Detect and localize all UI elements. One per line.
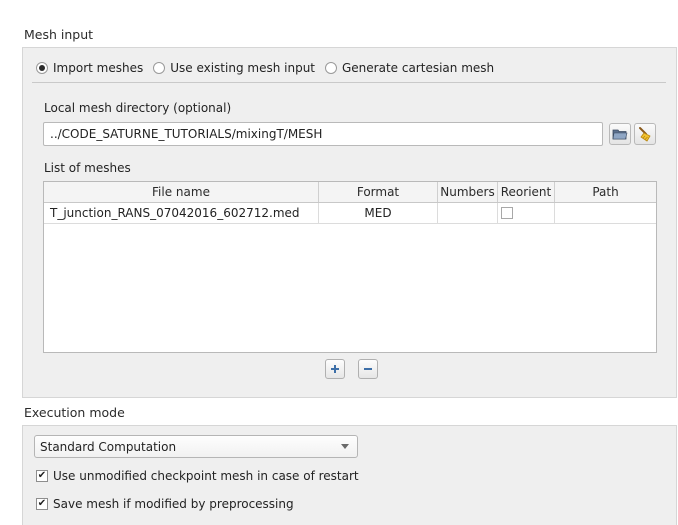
clear-dir-button[interactable] xyxy=(634,123,656,145)
table-row[interactable]: T_junction_RANS_07042016_602712.med MED xyxy=(44,203,656,224)
divider xyxy=(32,82,666,83)
add-mesh-button[interactable] xyxy=(325,359,345,379)
restart-mesh-label[interactable]: Use unmodified checkpoint mesh in case o… xyxy=(53,469,359,483)
radio-generate-cartesian-label[interactable]: Generate cartesian mesh xyxy=(342,61,494,75)
restart-mesh-checkbox[interactable]: ✔ xyxy=(36,470,48,482)
broom-icon xyxy=(639,127,651,142)
cell-path[interactable] xyxy=(555,203,656,223)
save-mesh-label[interactable]: Save mesh if modified by preprocessing xyxy=(53,497,294,511)
save-mesh-checkbox[interactable]: ✔ xyxy=(36,498,48,510)
browse-button[interactable] xyxy=(609,123,631,145)
column-header-format[interactable]: Format xyxy=(319,182,438,202)
folder-icon xyxy=(612,129,628,140)
column-header-numbers[interactable]: Numbers xyxy=(438,182,498,202)
local-dir-label: Local mesh directory (optional) xyxy=(44,101,232,115)
radio-generate-cartesian[interactable] xyxy=(325,62,337,74)
checkbox-row-save-mesh[interactable]: ✔ Save mesh if modified by preprocessing xyxy=(36,497,294,511)
remove-mesh-button[interactable] xyxy=(358,359,378,379)
radio-import-meshes-label[interactable]: Import meshes xyxy=(53,61,143,75)
radio-use-existing-mesh[interactable] xyxy=(153,62,166,74)
local-dir-input[interactable]: ../CODE_SATURNE_TUTORIALS/mixingT/MESH xyxy=(43,122,603,146)
execution-mode-value: Standard Computation xyxy=(40,439,177,454)
reorient-checkbox[interactable] xyxy=(501,207,513,219)
column-header-file-name[interactable]: File name xyxy=(44,182,319,202)
column-header-reorient[interactable]: Reorient xyxy=(498,182,555,202)
mesh-table: File name Format Numbers Reorient Path T… xyxy=(43,181,657,353)
radio-import-meshes[interactable] xyxy=(36,62,48,74)
cell-format[interactable]: MED xyxy=(319,203,438,223)
column-header-path[interactable]: Path xyxy=(555,182,656,202)
cell-numbers[interactable] xyxy=(438,203,498,223)
minus-icon xyxy=(364,368,372,370)
cell-file-name[interactable]: T_junction_RANS_07042016_602712.med xyxy=(44,203,319,223)
chevron-down-icon xyxy=(341,444,349,449)
execution-mode-select[interactable]: Standard Computation xyxy=(34,435,358,458)
cell-reorient[interactable] xyxy=(498,203,555,223)
checkbox-row-restart[interactable]: ✔ Use unmodified checkpoint mesh in case… xyxy=(36,469,359,483)
mesh-list-label: List of meshes xyxy=(44,161,131,175)
mesh-input-title: Mesh input xyxy=(24,27,94,42)
mesh-source-radio-group: Import meshes Use existing mesh input Ge… xyxy=(36,61,504,75)
plus-icon xyxy=(331,365,339,373)
execution-mode-title: Execution mode xyxy=(24,405,125,420)
table-header: File name Format Numbers Reorient Path xyxy=(44,182,656,203)
radio-use-existing-mesh-label[interactable]: Use existing mesh input xyxy=(170,61,315,75)
